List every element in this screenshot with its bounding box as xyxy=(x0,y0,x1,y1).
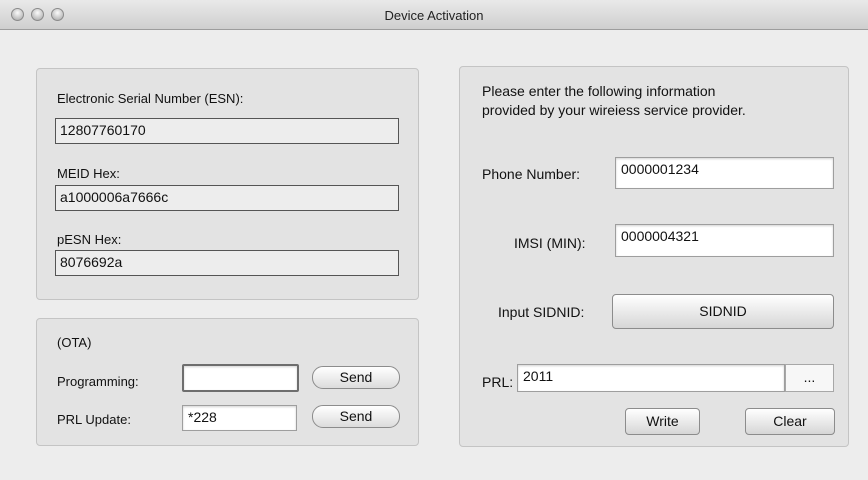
pesn-field: 8076692a xyxy=(55,250,399,276)
instructions-line-2: provided by your wireiess service provid… xyxy=(482,102,746,118)
programming-input[interactable] xyxy=(182,364,299,392)
window-title: Device Activation xyxy=(384,8,484,23)
clear-button[interactable]: Clear xyxy=(745,408,835,435)
prl-update-send-button[interactable]: Send xyxy=(312,405,400,428)
sidnid-button[interactable]: SIDNID xyxy=(612,294,834,329)
instructions-line-1: Please enter the following information xyxy=(482,83,716,99)
ota-group: (OTA) Programming: Send PRL Update: *228… xyxy=(36,318,419,446)
imsi-input[interactable]: 0000004321 xyxy=(615,224,834,257)
prl-update-label: PRL Update: xyxy=(57,412,131,427)
prl-browse-button[interactable]: ... xyxy=(785,364,834,392)
meid-field: a1000006a7666c xyxy=(55,185,399,211)
title-bar: Device Activation xyxy=(0,0,868,30)
esn-label: Electronic Serial Number (ESN): xyxy=(57,91,244,106)
phone-number-label: Phone Number: xyxy=(482,166,581,182)
input-sidnid-label: Input SIDNID: xyxy=(498,304,585,320)
pesn-label: pESN Hex: xyxy=(57,232,122,247)
programming-send-button[interactable]: Send xyxy=(312,366,400,389)
prl-input[interactable]: 2011 xyxy=(517,364,785,392)
programming-label: Programming: xyxy=(57,374,139,389)
prl-update-input[interactable]: *228 xyxy=(182,405,297,431)
imsi-label: IMSI (MIN): xyxy=(514,235,586,251)
prl-label: PRL: xyxy=(482,374,514,390)
phone-number-input[interactable]: 0000001234 xyxy=(615,157,834,189)
device-identity-group: Electronic Serial Number (ESN): 12807760… xyxy=(36,68,419,300)
meid-label: MEID Hex: xyxy=(57,166,120,181)
provider-info-group: Please enter the following information p… xyxy=(459,66,849,447)
ota-title: (OTA) xyxy=(57,335,92,350)
write-button[interactable]: Write xyxy=(625,408,700,435)
esn-field: 12807760170 xyxy=(55,118,399,144)
